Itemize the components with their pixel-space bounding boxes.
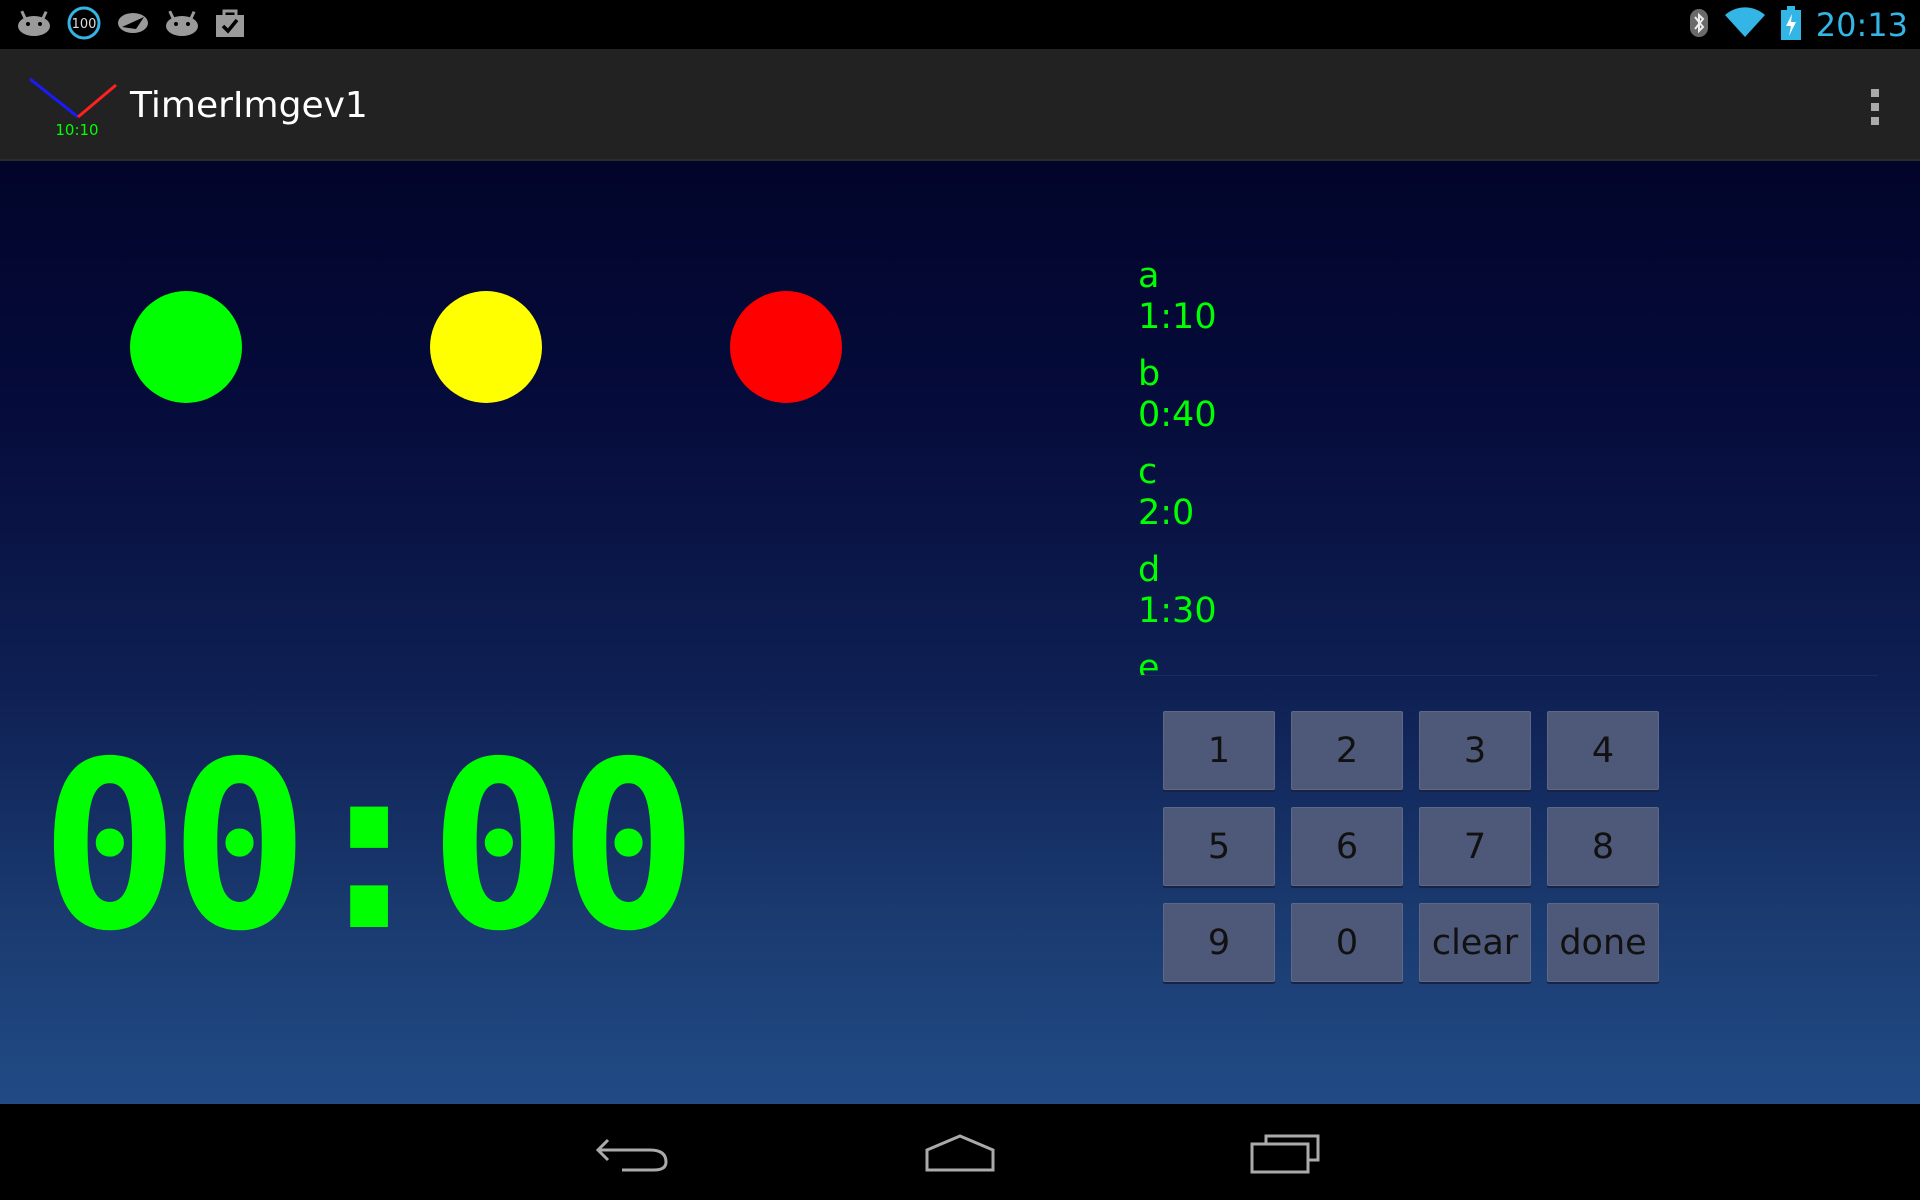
keypad: 1 2 3 4 5 6 7 8 9 0 clear done: [1163, 711, 1659, 982]
key-3-button[interactable]: 3: [1419, 711, 1531, 790]
interval-list[interactable]: a 1:10 b 0:40 c 2:0 d 1:30 e: [1138, 256, 1878, 676]
battery-charging-icon: [1780, 5, 1802, 44]
logo-time-text: 10:10: [55, 121, 98, 139]
interval-label: a: [1138, 256, 1160, 296]
done-button[interactable]: done: [1547, 903, 1659, 982]
home-icon[interactable]: [915, 1124, 1005, 1180]
interval-time: 0:40: [1138, 395, 1217, 435]
key-8-button[interactable]: 8: [1547, 807, 1659, 886]
key-5-button[interactable]: 5: [1163, 807, 1275, 886]
interval-label: d: [1138, 550, 1161, 590]
shopping-bag-check-icon: [214, 7, 246, 43]
list-item[interactable]: d 1:30: [1138, 550, 1878, 632]
status-bar: 100 20:13: [0, 0, 1920, 49]
list-item[interactable]: a 1:10: [1138, 256, 1878, 338]
app-logo[interactable]: 10:10: [26, 77, 118, 147]
android-icon: [16, 9, 52, 41]
interval-label: b: [1138, 354, 1161, 394]
notification-area: 100: [16, 5, 246, 45]
interval-time: 1:10: [1138, 297, 1217, 337]
status-clock: 20:13: [1815, 5, 1908, 44]
red-light: [730, 291, 842, 403]
yellow-light: [430, 291, 542, 403]
interval-time: 2:0: [1138, 493, 1195, 533]
interval-time: 1:30: [1138, 591, 1217, 631]
interval-label: e: [1138, 648, 1160, 676]
key-9-button[interactable]: 9: [1163, 903, 1275, 982]
list-item[interactable]: c 2:0: [1138, 452, 1878, 534]
list-item[interactable]: b 0:40: [1138, 354, 1878, 436]
action-bar: 10:10 TimerImgev1: [0, 49, 1920, 161]
key-0-button[interactable]: 0: [1291, 903, 1403, 982]
interval-label: c: [1138, 452, 1158, 492]
android-icon: [164, 9, 200, 41]
key-2-button[interactable]: 2: [1291, 711, 1403, 790]
key-6-button[interactable]: 6: [1291, 807, 1403, 886]
key-1-button[interactable]: 1: [1163, 711, 1275, 790]
messenger-icon: [116, 9, 150, 41]
back-icon[interactable]: [590, 1124, 680, 1180]
key-4-button[interactable]: 4: [1547, 711, 1659, 790]
green-light: [130, 291, 242, 403]
navigation-bar: [0, 1104, 1920, 1200]
timer-display: 00:00: [40, 712, 698, 982]
system-status-area: 20:13: [1688, 0, 1908, 49]
battery-100-icon: 100: [66, 5, 102, 45]
wifi-icon: [1724, 6, 1766, 43]
recent-apps-icon[interactable]: [1240, 1124, 1330, 1180]
overflow-menu-icon[interactable]: [1860, 83, 1890, 131]
bluetooth-icon: [1688, 7, 1710, 43]
app-title: TimerImgev1: [130, 85, 368, 126]
list-item[interactable]: e: [1138, 648, 1878, 676]
timer-screen: a 1:10 b 0:40 c 2:0 d 1:30 e 00:00 1 2 3…: [0, 161, 1920, 1104]
battery-badge-text: 100: [72, 17, 97, 32]
clear-button[interactable]: clear: [1419, 903, 1531, 982]
key-7-button[interactable]: 7: [1419, 807, 1531, 886]
